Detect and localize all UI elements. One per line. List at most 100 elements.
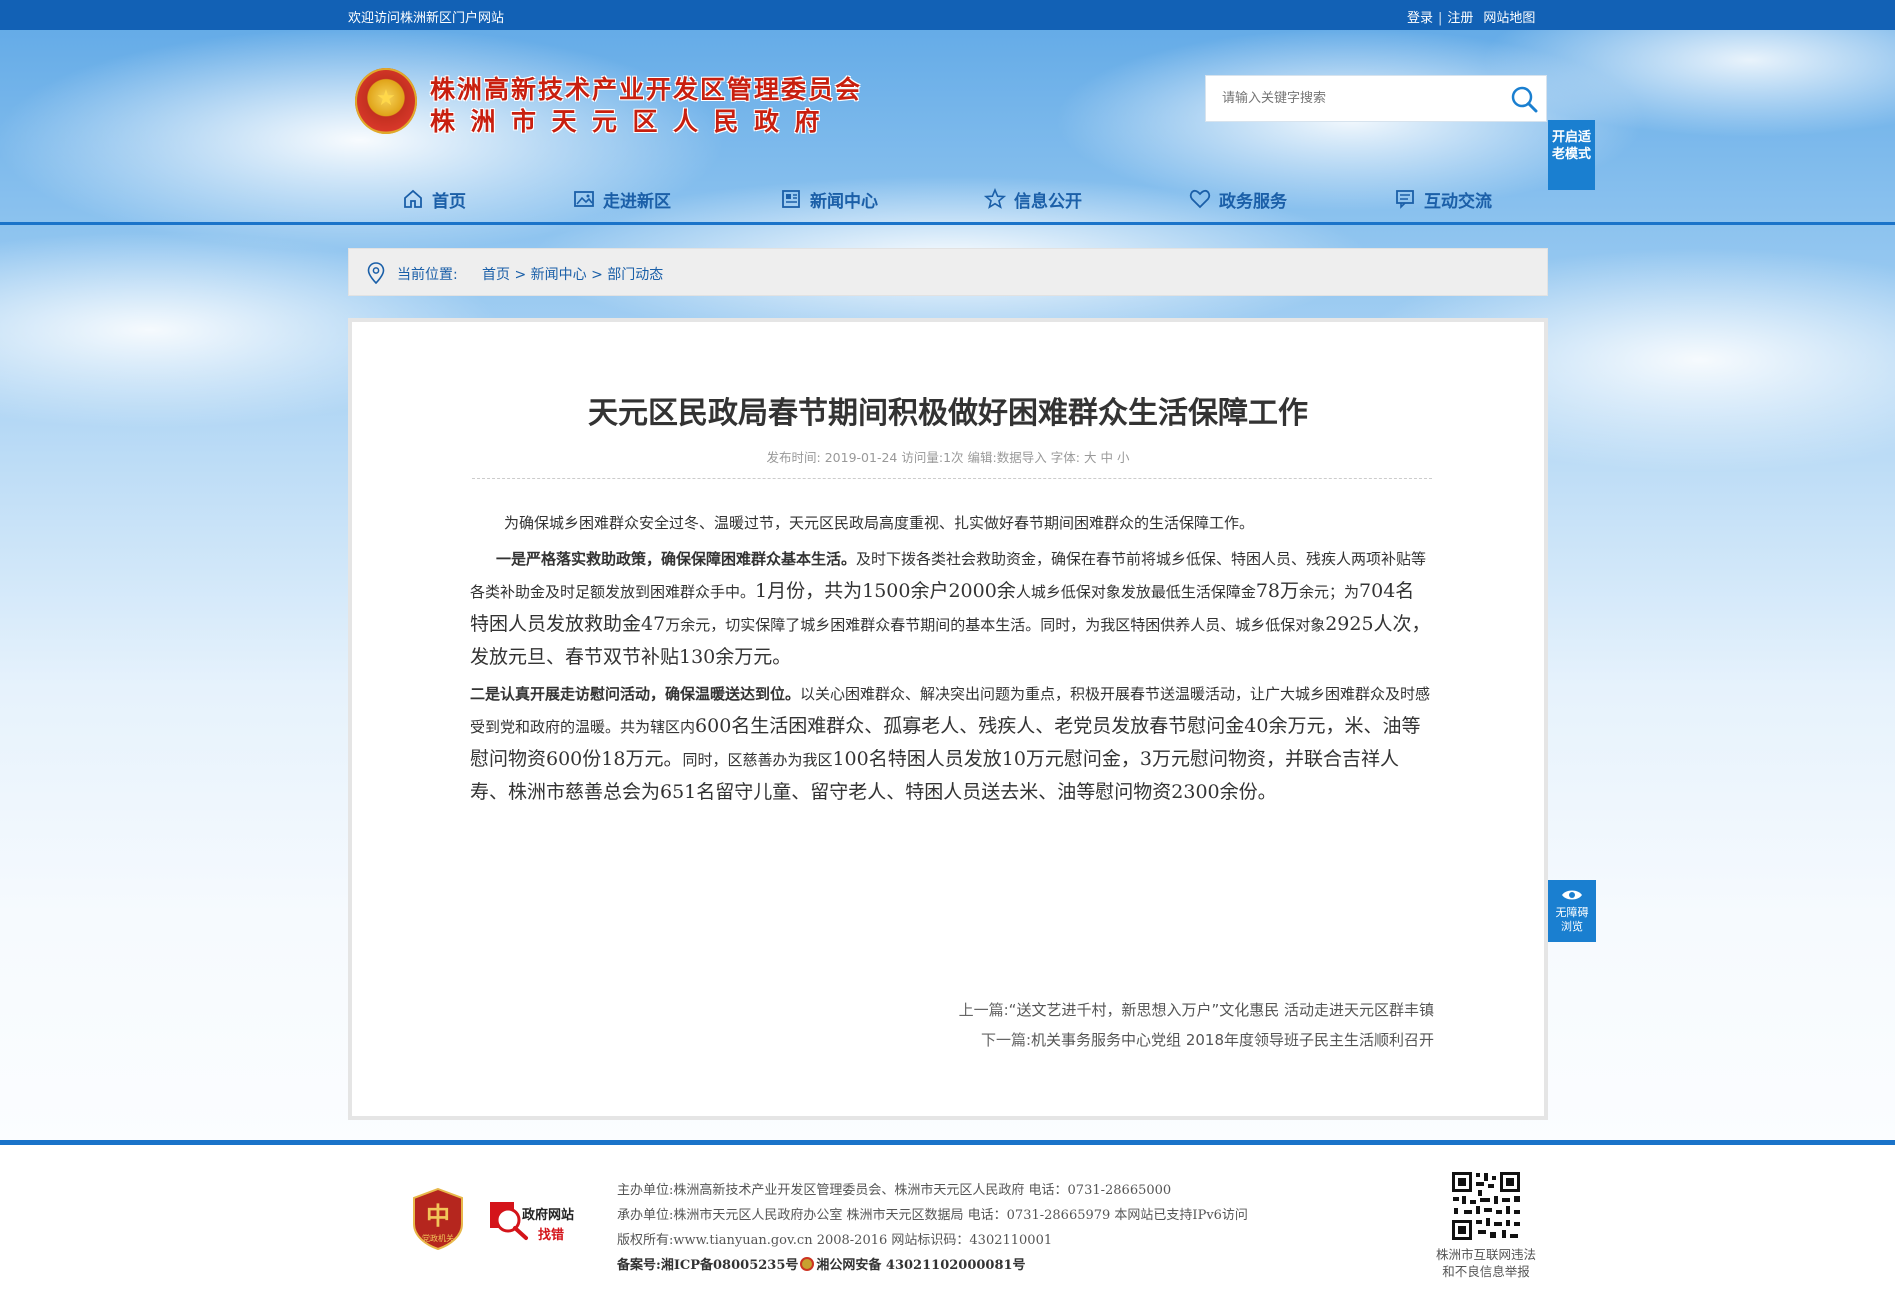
breadcrumb-item-news[interactable]: 新闻中心 xyxy=(531,267,587,283)
nav-item-home[interactable]: 首页 xyxy=(402,180,466,218)
picture-icon xyxy=(574,191,594,207)
next-article: 下一篇:机关事务服务中心党组 2018年度领导班子民主生活顺利召开 xyxy=(981,1029,1434,1050)
national-emblem-logo[interactable]: ★ xyxy=(355,68,417,134)
next-article-label: 下一篇: xyxy=(980,1031,1032,1049)
login-link[interactable]: 登录 xyxy=(1407,11,1433,26)
paragraph-2-text-c: 人城乡低保对象发放最低生活保障金 xyxy=(1015,583,1256,601)
search-icon xyxy=(1511,86,1538,113)
meta-editor: 数据导入 xyxy=(996,450,1047,465)
party-government-badge-icon[interactable]: 中 党政机关 xyxy=(412,1188,464,1250)
organizer-label: 承办单位: xyxy=(617,1208,674,1223)
register-link[interactable]: 注册 xyxy=(1447,11,1473,26)
nav-item-interact[interactable]: 互动交流 xyxy=(1394,180,1492,218)
paragraph-3-lead: 二是认真开展走访慰问活动，确保温暖送达到位。 xyxy=(470,685,801,703)
nav-item-info[interactable]: 信息公开 xyxy=(984,180,1082,218)
article-panel: 天元区民政局春节期间积极做好困难群众生活保障工作 发布时间: 2019-01-2… xyxy=(348,318,1548,1120)
nav-label-home: 首页 xyxy=(432,191,466,212)
top-divider: | xyxy=(1438,11,1443,26)
paragraph-2: 一是严格落实救助政策，确保保障困难群众基本生活。及时下拨各类社会救助资金，确保在… xyxy=(470,543,1432,674)
footer-copyright: 版权所有:www.tianyuan.gov.cn 2008-2016 网站标识码… xyxy=(617,1228,1248,1253)
welcome-text: 欢迎访问株洲新区门户网站 xyxy=(348,11,505,26)
prev-article-link[interactable]: “送文艺进千村，新思想入万户”文化惠民 活动走进天元区群丰镇 xyxy=(1009,1001,1434,1019)
sponsor-label: 主办单位: xyxy=(617,1183,674,1198)
paragraph-1: 为确保城乡困难群众安全过冬、温暖过节，天元区民政局高度重视、扎实做好春节期间困难… xyxy=(504,514,1255,532)
meta-publish-label: 发布时间: xyxy=(766,450,821,465)
prev-article-label: 上一篇: xyxy=(958,1001,1009,1019)
organizer-text: 株洲市天元区人民政府办公室 株洲市天元区数据局 电话：0731-28665979… xyxy=(673,1208,1248,1223)
search-input[interactable] xyxy=(1206,76,1496,121)
nav-item-service[interactable]: 政务服务 xyxy=(1189,180,1287,218)
meta-editor-label: 编辑: xyxy=(967,450,997,465)
illegal-info-report-link[interactable]: 株洲市互联网违法 和不良信息举报 xyxy=(1420,1246,1552,1280)
nav-label-info: 信息公开 xyxy=(1014,191,1082,212)
meta-publish-date: 2019-01-24 xyxy=(824,450,898,465)
footer-info: 主办单位:株洲高新技术产业开发区管理委员会、株洲市天元区人民政府 电话：0731… xyxy=(617,1178,1248,1278)
meta-views: 1次 xyxy=(943,450,964,465)
meta-divider xyxy=(472,478,1432,479)
paragraph-2-text-b: 1月份，共为1500余户2000余 xyxy=(755,580,1016,602)
article-title: 天元区民政局春节期间积极做好困难群众生活保障工作 xyxy=(588,396,1308,431)
star-icon xyxy=(984,188,1006,209)
police-badge-icon xyxy=(800,1257,815,1271)
footer-sponsor: 主办单位:株洲高新技术产业开发区管理委员会、株洲市天元区人民政府 电话：0731… xyxy=(617,1178,1248,1203)
breadcrumb-separator: > xyxy=(514,267,527,283)
badge2-line2: 找错 xyxy=(538,1228,565,1243)
paragraph-2-text-d: 78万 xyxy=(1255,580,1300,602)
font-size-large[interactable]: 大 xyxy=(1084,450,1097,465)
elder-mode-button[interactable]: 开启适老模式 xyxy=(1548,120,1595,190)
paragraph-2-text-g: 万余元，切实保障了城乡困难群众春节期间的基本生活。同时，为我区特困供养人员、城乡… xyxy=(665,616,1326,634)
breadcrumb-item-department[interactable]: 部门动态 xyxy=(607,267,663,283)
svg-text:中: 中 xyxy=(426,1201,450,1230)
font-size-medium[interactable]: 中 xyxy=(1100,450,1113,465)
nav-divider xyxy=(0,222,1895,225)
sitemap-link[interactable]: 网站地图 xyxy=(1483,11,1535,26)
meta-font-label: 字体: xyxy=(1050,450,1080,465)
next-article-link[interactable]: 机关事务服务中心党组 2018年度领导班子民主生活顺利召开 xyxy=(1031,1031,1434,1049)
breadcrumb-item-home[interactable]: 首页 xyxy=(482,267,510,283)
paragraph-2-text-e: 余元；为 xyxy=(1299,583,1360,601)
site-title-line2: 株洲市天元区人民政府 xyxy=(430,107,836,136)
copyright-label: 版权所有: xyxy=(617,1233,674,1248)
breadcrumb: 当前位置: 首页 > 新闻中心 > 部门动态 xyxy=(348,248,1548,296)
footer-organizer: 承办单位:株洲市天元区人民政府办公室 株洲市天元区数据局 电话：0731-286… xyxy=(617,1203,1248,1228)
breadcrumb-separator: > xyxy=(591,267,603,283)
breadcrumb-path: 首页 > 新闻中心 > 部门动态 xyxy=(482,264,663,284)
nav-item-about[interactable]: 走进新区 xyxy=(573,180,671,218)
emblem-star-icon: ★ xyxy=(376,86,396,111)
report-line1: 株洲市互联网违法 xyxy=(1435,1247,1536,1262)
paragraph-2-lead: 一是严格落实救助政策，确保保障困难群众基本生活。 xyxy=(496,550,857,568)
nav-label-news: 新闻中心 xyxy=(810,191,878,212)
eye-icon xyxy=(1562,890,1582,900)
search-box xyxy=(1205,75,1547,122)
chat-icon xyxy=(1396,190,1414,209)
font-size-small[interactable]: 小 xyxy=(1117,450,1130,465)
icp-link[interactable]: 湘ICP备08005235号 xyxy=(661,1258,799,1273)
accessibility-label2: 浏览 xyxy=(1561,920,1583,933)
site-title-line1: 株洲高新技术产业开发区管理委员会 xyxy=(430,75,863,104)
gov-site-error-report-badge[interactable]: 政府网站 找错 xyxy=(486,1198,586,1244)
top-links: 登录 | 注册 网站地图 xyxy=(1407,7,1535,26)
accessibility-button[interactable]: 无障碍 浏览 xyxy=(1548,880,1596,942)
newspaper-icon xyxy=(782,190,800,208)
icp-label: 备案号: xyxy=(617,1258,661,1273)
home-icon xyxy=(404,189,422,208)
badge1-text: 党政机关 xyxy=(422,1233,454,1243)
meta-views-label: 访问量: xyxy=(901,450,944,465)
badge2-line1: 政府网站 xyxy=(522,1208,575,1223)
prev-article: 上一篇:“送文艺进千村，新思想入万户”文化惠民 活动走进天元区群丰镇 xyxy=(959,999,1434,1020)
nav-item-news[interactable]: 新闻中心 xyxy=(780,180,878,218)
police-record-link[interactable]: 湘公网安备 43021102000081号 xyxy=(816,1258,1025,1273)
top-bar: 欢迎访问株洲新区门户网站 登录 | 注册 网站地图 xyxy=(0,0,1895,30)
article-meta: 发布时间: 2019-01-24 访问量:1次 编辑:数据导入 字体: 大 中 … xyxy=(352,447,1544,466)
nav-label-interact: 互动交流 xyxy=(1424,191,1492,212)
location-pin-icon xyxy=(367,262,385,284)
article-body: 为确保城乡困难群众安全过冬、温暖过节，天元区民政局高度重视、扎实做好春节期间困难… xyxy=(470,507,1432,813)
qr-code-icon xyxy=(1450,1170,1522,1242)
nav-label-about: 走进新区 xyxy=(603,191,671,212)
footer-icp: 备案号:湘ICP备08005235号 湘公网安备 43021102000081号 xyxy=(617,1253,1248,1278)
report-line2: 和不良信息举报 xyxy=(1442,1264,1530,1279)
search-button[interactable] xyxy=(1510,85,1538,113)
paragraph-3-text-c: 同时，区慈善办为我区 xyxy=(682,751,833,769)
breadcrumb-label: 当前位置: xyxy=(397,267,458,283)
nav-label-service: 政务服务 xyxy=(1219,191,1287,212)
